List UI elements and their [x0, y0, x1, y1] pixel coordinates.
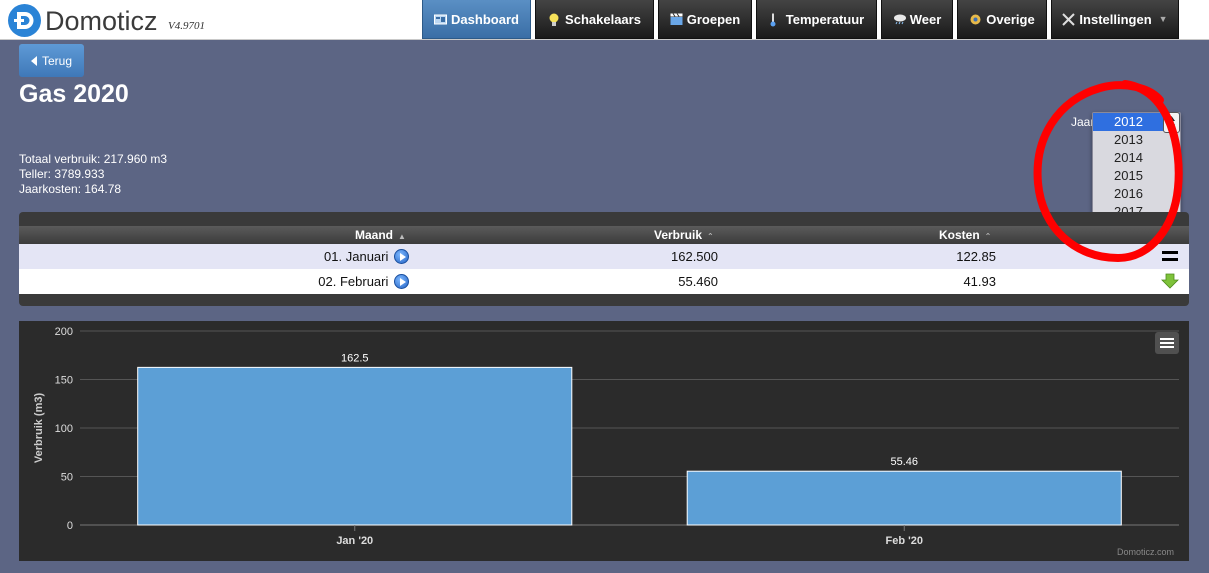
nav-dashboard-label: Dashboard — [451, 11, 519, 27]
row-maand: 01. Januari — [324, 249, 409, 264]
nav-dashboard-button[interactable]: Dashboard — [422, 0, 531, 39]
monthly-table: Maand ▲ Verbruik ⌃ Kosten ⌃ 01. Januari 162… — [19, 212, 1189, 306]
tools-icon — [1062, 12, 1076, 26]
column-header-label: Maand — [355, 228, 394, 242]
y-tick-label: 200 — [55, 326, 73, 338]
red-annotation-circle — [1033, 80, 1183, 263]
nav-weer-button[interactable]: Weer — [881, 0, 953, 39]
arrow-left-icon — [30, 55, 37, 66]
month-label: 02. Februari — [318, 274, 389, 289]
meter-reading: Teller: 3789.933 — [19, 167, 105, 181]
top-navigation-bar: Domoticz V4.9701 Dashboard Schakelaars G… — [0, 0, 1209, 40]
nav-groepen-button[interactable]: Groepen — [658, 0, 752, 39]
column-header-label: Verbruik — [654, 228, 703, 242]
nav-schakelaars-button[interactable]: Schakelaars — [535, 0, 654, 39]
row-verbruik: 55.460 — [678, 274, 718, 289]
bar — [686, 470, 1122, 526]
table-header: Maand ▲ Verbruik ⌃ Kosten ⌃ — [19, 226, 1189, 244]
nav-temperatuur-button[interactable]: Temperatuur — [756, 0, 877, 39]
data-label: 162.5 — [341, 352, 369, 364]
sort-asc-icon: ▲ — [398, 232, 406, 241]
row-kosten: 122.85 — [956, 249, 996, 264]
nav-groepen-label: Groepen — [686, 11, 741, 27]
dashboard-icon — [434, 13, 448, 26]
nav-instellingen-label: Instellingen — [1079, 11, 1152, 27]
y-tick-label: 50 — [61, 472, 73, 484]
play-icon[interactable] — [394, 249, 409, 264]
sort-icon: ⌃ — [707, 232, 714, 241]
lightbulb-icon — [548, 13, 560, 26]
y-tick-label: 0 — [67, 520, 73, 532]
usage-chart: 0 50 100 150 200 Verbruik (m3) 162.5 Jan '20 55.… — [19, 321, 1189, 561]
column-header-kosten[interactable]: Kosten ⌃ — [939, 228, 991, 242]
x-tick-label: Feb '20 — [886, 535, 923, 547]
app-version: V4.9701 — [168, 20, 205, 32]
nav-schakelaars-label: Schakelaars — [565, 11, 641, 27]
chart-canvas: 0 50 100 150 200 Verbruik (m3) 162.5 Jan '20 55.… — [33, 326, 1179, 547]
row-kosten: 41.93 — [963, 274, 996, 289]
back-button[interactable]: Terug — [19, 44, 84, 77]
nav-weer-label: Weer — [909, 11, 942, 27]
chart-menu-button[interactable] — [1155, 332, 1179, 354]
chart-credits[interactable]: Domoticz.com — [1117, 547, 1174, 557]
nav-temperatuur-label: Temperatuur — [785, 11, 865, 27]
play-icon[interactable] — [394, 274, 409, 289]
chevron-down-icon: ▼ — [1158, 14, 1168, 24]
total-usage: Totaal verbruik: 217.960 m3 — [19, 152, 168, 166]
cloud-icon — [893, 13, 906, 26]
y-axis-label: Verbruik (m3) — [33, 393, 45, 464]
app-name: Domoticz — [45, 6, 158, 36]
nav-overige-button[interactable]: Overige — [957, 0, 1047, 39]
y-tick-label: 150 — [55, 375, 73, 387]
data-label: 55.46 — [890, 456, 918, 468]
table-row[interactable]: 02. Februari 55.460 41.93 — [19, 269, 1189, 294]
nav-overige-label: Overige — [986, 11, 1035, 27]
page-title: Gas 2020 — [19, 80, 129, 108]
row-verbruik: 162.500 — [671, 249, 718, 264]
nav-instellingen-dropdown[interactable]: Instellingen ▼ — [1051, 0, 1179, 39]
y-tick-label: 100 — [55, 423, 73, 435]
back-button-label: Terug — [41, 53, 73, 68]
column-header-verbruik[interactable]: Verbruik ⌃ — [654, 228, 714, 242]
thermometer-icon — [769, 13, 781, 26]
usage-stats: Totaal verbruik: 217.960 m3 Teller: 3789… — [19, 152, 167, 197]
column-header-maand[interactable]: Maand ▲ — [355, 228, 406, 242]
table-row[interactable]: 01. Januari 162.500 122.85 — [19, 244, 1189, 269]
sort-icon: ⌃ — [984, 232, 992, 241]
domoticz-logo-icon — [8, 4, 41, 37]
month-label: 01. Januari — [324, 249, 389, 264]
x-tick-label: Jan '20 — [336, 535, 373, 547]
arrow-down-icon — [1161, 273, 1179, 289]
column-header-label: Kosten — [939, 228, 980, 242]
bar — [137, 366, 573, 526]
yearly-cost: Jaarkosten: 164.78 — [19, 182, 122, 196]
row-maand: 02. Februari — [318, 274, 409, 289]
clapperboard-icon — [670, 12, 683, 26]
utility-icon — [969, 13, 981, 26]
